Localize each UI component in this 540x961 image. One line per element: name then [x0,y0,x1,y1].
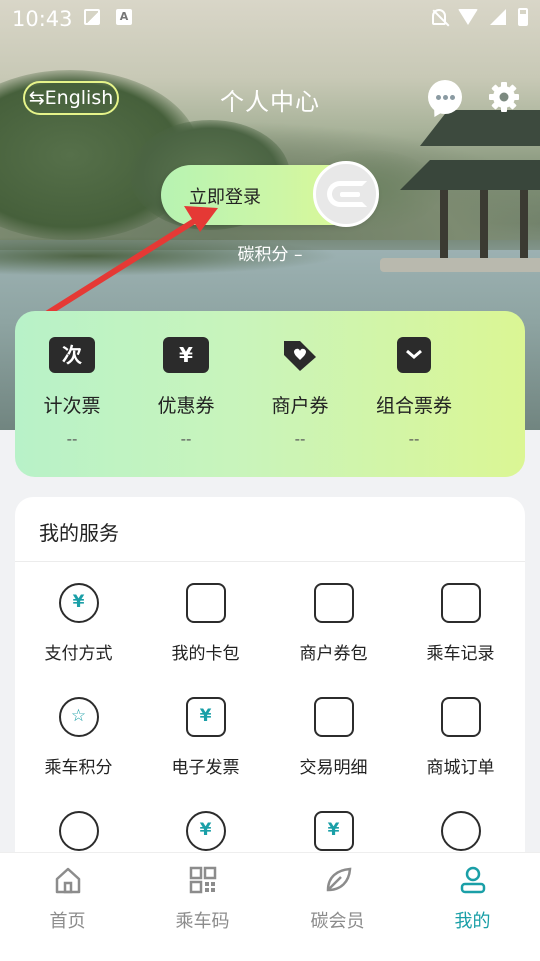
service-item[interactable]: ¥ 支付方式 [15,583,142,664]
star-points-icon: ☆ [58,697,99,737]
ticket-yuan-icon: ¥ [313,811,354,851]
service-item[interactable]: 商户券包 [270,583,397,664]
service-label: 交易明细 [299,758,368,778]
services-title: 我的服务 [39,521,119,545]
nav-label: 我的 [454,911,491,932]
nav-item[interactable]: 乘车码 [135,865,270,933]
qr-code-icon [188,865,218,895]
service-item[interactable]: 乘车记录 [397,583,524,664]
ticket-item[interactable]: 组合票券 -- [357,337,471,448]
store-icon [313,583,354,623]
shopping-bag-icon [440,697,481,737]
service-label: 商城订单 [426,758,495,778]
ticket-summary-card: 次计次票 -- ¥ 优惠券 -- 商户券 -- 组合票券 -- [15,311,525,477]
location-pin-icon [58,811,99,851]
nav-label: 首页 [49,911,86,932]
nav-item[interactable]: 碳会员 [270,865,405,933]
ticket-count: -- [408,430,420,448]
service-item[interactable]: 商城订单 [397,697,524,778]
nav-label: 乘车码 [175,911,230,932]
transaction-detail-icon [313,697,354,737]
bus-icon [440,583,481,623]
ticket-item[interactable]: 商户券 -- [243,337,357,448]
service-label: 我的卡包 [171,644,240,664]
merchant-tag-icon [277,337,323,373]
ticket-label: 商户券 [271,395,329,417]
discount-coupon-icon: ¥ [163,337,209,373]
wallet-icon [185,583,226,623]
ci-ticket-icon: 次 [49,337,95,373]
ticket-item[interactable]: ¥ 优惠券 -- [129,337,243,448]
divider [15,561,525,562]
service-item[interactable]: 交易明细 [270,697,397,778]
user-icon [458,865,488,895]
my-services-card: 我的服务 ¥ 支付方式 我的卡包 商户券包 乘车记录 ☆ 乘车积分 ¥ 电子发票 交易明细 商城订单… [15,497,525,897]
ticket-count: -- [180,430,192,448]
leaf-icon [323,865,353,895]
home-icon [53,865,83,895]
service-label: 乘车积分 [44,758,113,778]
nav-label: 碳会员 [310,911,365,932]
combo-ticket-icon [397,337,431,373]
ticket-count: -- [66,430,78,448]
annotation-arrow-icon [37,206,218,321]
service-label: 电子发票 [171,758,240,778]
payment-icon: ¥ [58,583,99,623]
refund-icon: ¥ [185,811,226,851]
invoice-icon: ¥ [185,697,226,737]
customer-service-icon [440,811,481,851]
service-item[interactable]: ¥ 电子发票 [142,697,269,778]
bottom-navigation: 首页 乘车码 碳会员 我的 [0,852,540,961]
ticket-count: -- [294,430,306,448]
nav-item[interactable]: 首页 [0,865,135,933]
ticket-label: 计次票 [43,395,101,417]
ticket-label: 优惠券 [157,395,215,417]
ticket-item[interactable]: 次计次票 -- [15,337,129,448]
service-item[interactable]: 我的卡包 [142,583,269,664]
service-label: 商户券包 [299,644,368,664]
ticket-label: 组合票券 [375,395,452,417]
service-label: 乘车记录 [426,644,495,664]
service-item[interactable]: ☆ 乘车积分 [15,697,142,778]
nav-item[interactable]: 我的 [405,865,540,933]
service-label: 支付方式 [44,644,113,664]
